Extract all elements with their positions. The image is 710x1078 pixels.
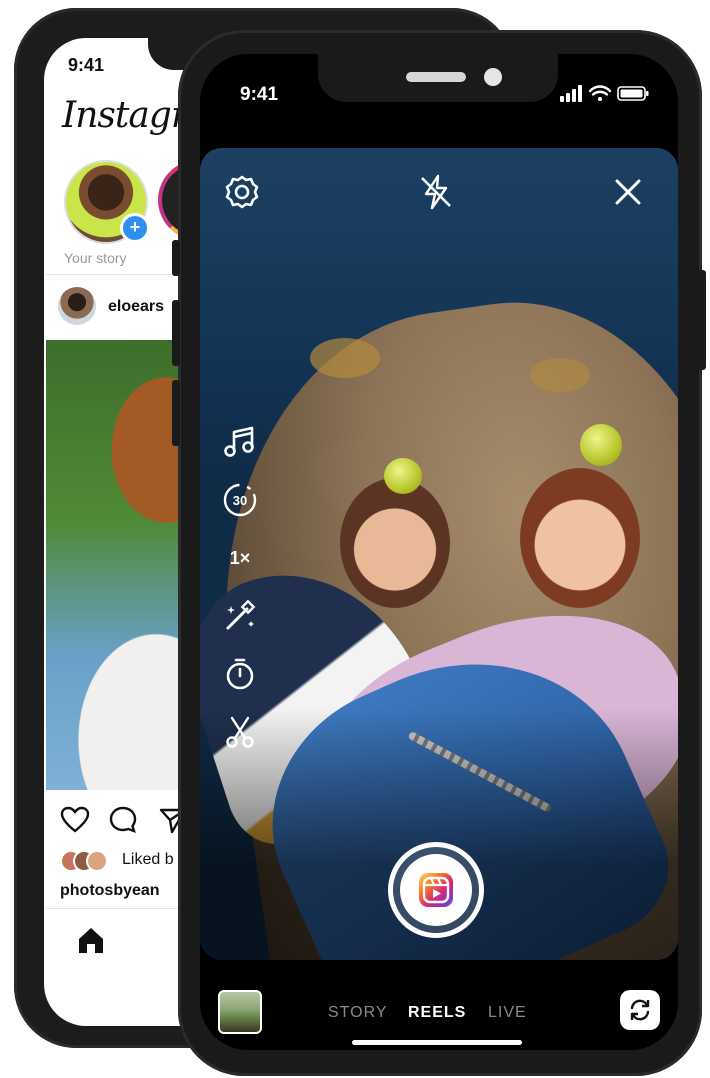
settings-icon[interactable]: [222, 172, 262, 212]
record-button-inner: [400, 854, 472, 926]
status-icons: [560, 85, 649, 102]
apple: [580, 424, 622, 466]
flip-camera-button[interactable]: [620, 990, 660, 1030]
add-story-icon[interactable]: +: [120, 213, 150, 243]
camera-mode-bar: STORY REELS LIVE: [200, 960, 678, 1050]
mode-live[interactable]: LIVE: [488, 1004, 527, 1022]
moss: [530, 358, 590, 392]
magic-wand-icon: [226, 599, 256, 630]
moss: [310, 338, 380, 378]
front-camera: [484, 68, 502, 86]
mode-reels[interactable]: REELS: [408, 1004, 466, 1022]
side-button: [172, 240, 180, 276]
volume-down-button: [22, 313, 30, 383]
record-button[interactable]: [388, 842, 484, 938]
post-avatar[interactable]: [58, 287, 96, 325]
close-icon[interactable]: [608, 172, 648, 212]
speed-label: 1×: [229, 547, 251, 568]
timer-button[interactable]: [218, 652, 262, 696]
speaker: [406, 72, 466, 82]
side-button: [22, 148, 30, 188]
wifi-icon: [588, 85, 612, 96]
caption-username[interactable]: photosbyean: [60, 882, 160, 900]
length-label: 30: [232, 492, 248, 508]
speed-button[interactable]: 1×: [218, 536, 262, 580]
your-story-label: Your story: [64, 250, 127, 266]
reels-tools: 30 1×: [218, 420, 268, 768]
front-notch: [318, 54, 558, 102]
camera-viewfinder[interactable]: 30 1×: [200, 148, 678, 960]
length-button[interactable]: 30: [218, 478, 262, 522]
status-time: 9:41: [240, 84, 279, 105]
flash-off-icon[interactable]: [416, 172, 456, 212]
music-note-icon: [224, 426, 254, 457]
boy-head: [340, 478, 450, 608]
reels-icon: [419, 873, 453, 907]
volume-up-button: [22, 223, 30, 293]
apple: [384, 458, 422, 494]
liked-by-avatars: [60, 850, 120, 872]
reels-glyph: [422, 876, 450, 904]
signal-icon: [560, 85, 582, 102]
status-time: 9:41: [68, 55, 105, 75]
home-icon[interactable]: [76, 926, 106, 954]
power-button: [698, 270, 706, 370]
liked-by-text[interactable]: Liked b: [122, 851, 174, 869]
timer-icon: [226, 658, 254, 690]
audio-button[interactable]: [218, 420, 262, 464]
mode-story[interactable]: STORY: [328, 1004, 388, 1022]
battery-icon: [617, 86, 649, 101]
front-phone: 9:41 30 1× STORY REELS LIVE: [172, 30, 706, 1076]
volume-down-button: [172, 380, 180, 446]
comment-icon[interactable]: [108, 805, 138, 835]
align-button[interactable]: [218, 710, 262, 754]
effects-button[interactable]: [218, 594, 262, 638]
girl-head: [520, 468, 640, 608]
home-indicator[interactable]: [352, 1040, 522, 1045]
reels-camera-screen: 9:41 30 1× STORY REELS LIVE: [200, 54, 678, 1050]
post-username[interactable]: eloears: [108, 298, 164, 316]
flip-camera-icon: [630, 999, 650, 1021]
gallery-thumbnail[interactable]: [218, 990, 262, 1034]
volume-up-button: [172, 300, 180, 366]
heart-icon[interactable]: [60, 805, 90, 835]
scissors-icon: [226, 716, 254, 748]
